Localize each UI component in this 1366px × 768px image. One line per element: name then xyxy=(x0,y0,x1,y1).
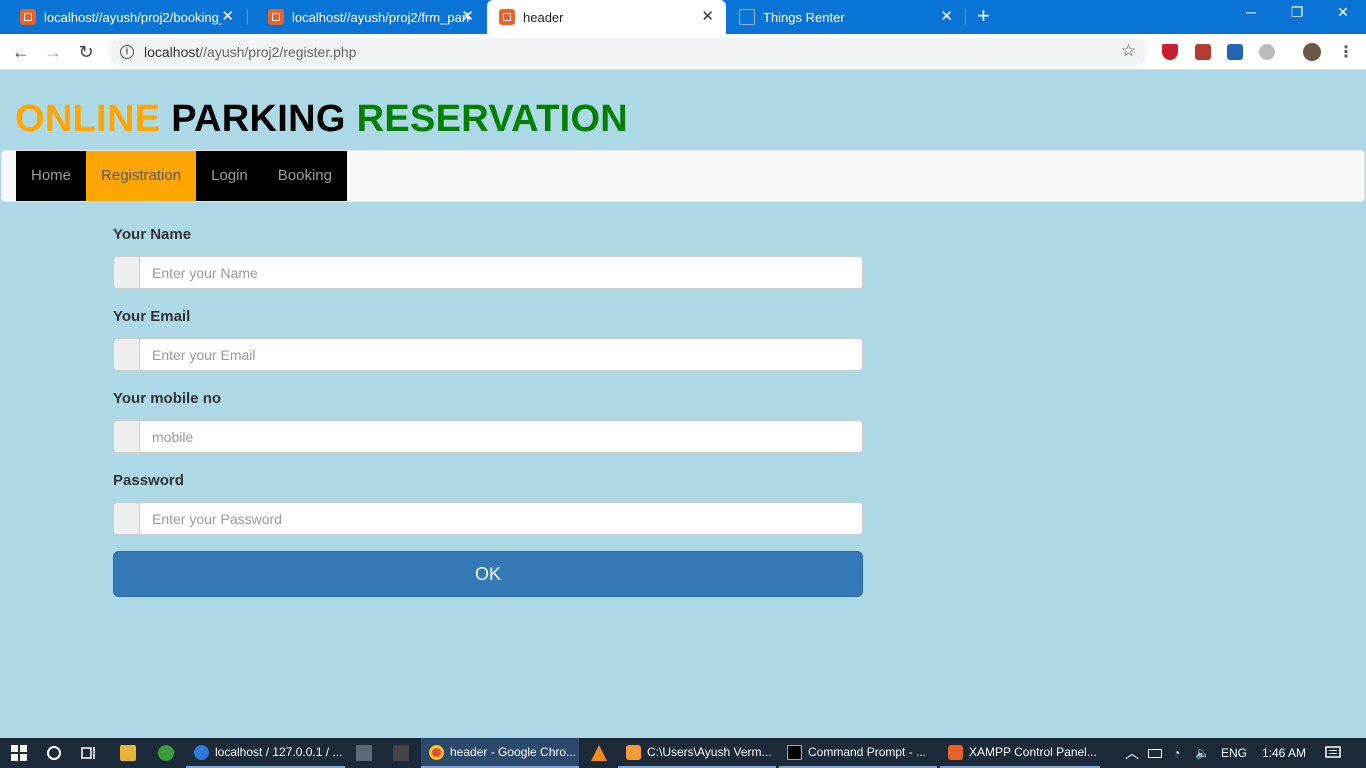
url-host: localhost xyxy=(144,44,200,60)
close-tab-icon[interactable]: ✕ xyxy=(461,9,474,24)
store-icon[interactable] xyxy=(356,745,372,761)
password-input[interactable] xyxy=(139,502,863,535)
windows-taskbar: localhost / 127.0.0.1 / ... header - Goo… xyxy=(0,738,1366,768)
xampp-icon xyxy=(499,9,515,25)
minimize-button[interactable]: ─ xyxy=(1228,4,1274,20)
browser-tab-header[interactable]: header ✕ xyxy=(487,0,726,34)
briefcase-extension-icon[interactable] xyxy=(1227,44,1243,60)
taskbar-item-chrome[interactable]: header - Google Chro... xyxy=(421,738,579,768)
language-indicator[interactable]: ENG xyxy=(1221,738,1247,768)
browser-tab-things-renter[interactable]: Things Renter ✕ xyxy=(727,0,965,34)
pdf-extension-icon[interactable] xyxy=(1195,44,1211,60)
green-app-icon[interactable] xyxy=(158,745,174,761)
browser-tab-booking[interactable]: localhost//ayush/proj2/booking_ ✕ xyxy=(0,0,246,34)
nav-booking[interactable]: Booking xyxy=(263,151,347,201)
sublime-icon xyxy=(626,744,641,760)
nav-menu: Home Registration Login Booking xyxy=(16,151,347,201)
task-view-icon[interactable] xyxy=(81,745,97,761)
chrome-icon xyxy=(429,744,444,760)
forward-arrow-icon[interactable]: → xyxy=(42,41,64,63)
tab-title: localhost//ayush/proj2/frm_parki xyxy=(292,9,470,25)
taskbar-label: localhost / 127.0.0.1 / ... xyxy=(215,745,343,759)
profile-avatar[interactable] xyxy=(1303,43,1321,61)
circle-extension-icon[interactable] xyxy=(1259,44,1275,60)
tab-title: header xyxy=(523,9,564,25)
url-text[interactable]: localhost//ayush/proj2/register.php xyxy=(144,44,356,60)
battery-icon[interactable] xyxy=(1148,749,1162,758)
shield-extension-icon[interactable] xyxy=(1162,44,1178,60)
windows-start-icon[interactable] xyxy=(11,745,27,761)
taskbar-label: XAMPP Control Panel... xyxy=(969,745,1097,759)
mobile-input-group xyxy=(113,420,863,453)
password-input-group xyxy=(113,502,863,535)
tab-title: Things Renter xyxy=(763,9,845,25)
email-input[interactable] xyxy=(139,338,863,371)
maximize-button[interactable]: ❐ xyxy=(1274,4,1320,21)
brand-online: ONLINE xyxy=(15,98,161,140)
taskbar-item-sublime[interactable]: C:\Users\Ayush Verm... xyxy=(618,738,776,768)
clock[interactable]: 1:46 AM xyxy=(1262,738,1306,768)
name-input[interactable] xyxy=(139,256,863,289)
calculator-icon[interactable] xyxy=(393,745,409,761)
reload-icon[interactable]: ↻ xyxy=(75,41,97,63)
nav-registration[interactable]: Registration xyxy=(86,151,197,201)
taskbar-item-cmd[interactable]: Command Prompt - ... xyxy=(779,738,937,768)
info-icon[interactable]: i xyxy=(120,45,134,59)
mobile-label: Your mobile no xyxy=(113,390,222,407)
close-tab-icon[interactable]: ✕ xyxy=(701,9,714,24)
back-arrow-icon[interactable]: ← xyxy=(10,41,32,63)
name-input-group xyxy=(113,256,863,289)
url-path: //ayush/proj2/register.php xyxy=(199,44,357,60)
nav-home[interactable]: Home xyxy=(16,151,86,201)
new-tab-button[interactable]: + xyxy=(977,5,990,27)
close-tab-icon[interactable]: ✕ xyxy=(221,9,234,24)
cmd-icon xyxy=(787,744,802,760)
input-addon xyxy=(113,256,139,289)
search-icon[interactable] xyxy=(46,745,62,761)
bookmark-star-icon[interactable]: ☆ xyxy=(1121,41,1136,61)
taskbar-label: header - Google Chro... xyxy=(450,745,577,759)
input-addon xyxy=(113,338,139,371)
notifications-icon[interactable] xyxy=(1325,745,1341,761)
input-addon xyxy=(113,420,139,453)
xampp-icon xyxy=(20,9,36,25)
input-addon xyxy=(113,502,139,535)
file-explorer-icon[interactable] xyxy=(120,745,136,761)
close-window-button[interactable]: ✕ xyxy=(1320,4,1366,21)
taskbar-item-xampp[interactable]: XAMPP Control Panel... xyxy=(940,738,1100,768)
menu-dots-icon[interactable]: ⋮ xyxy=(1338,42,1354,62)
xampp-icon xyxy=(948,744,963,760)
volume-icon[interactable]: 🔈 xyxy=(1195,738,1210,768)
email-label: Your Email xyxy=(113,308,191,325)
email-input-group xyxy=(113,338,863,371)
registration-form: Your Name Your Email Your mobile no Pass… xyxy=(113,226,863,597)
edge-icon xyxy=(194,744,209,760)
close-tab-icon[interactable]: ✕ xyxy=(940,9,953,24)
xampp-icon xyxy=(268,9,284,25)
nav-login[interactable]: Login xyxy=(196,151,263,201)
tab-title: localhost//ayush/proj2/booking_ xyxy=(44,9,222,25)
brand-parking: PARKING xyxy=(171,98,346,140)
brand-reservation: RESERVATION xyxy=(356,98,629,140)
password-label: Password xyxy=(113,472,184,489)
tab-separator xyxy=(965,9,966,25)
chevron-up-icon[interactable]: ︿ xyxy=(1125,738,1139,768)
mobile-input[interactable] xyxy=(139,420,863,453)
browser-tab-strip: localhost//ayush/proj2/booking_ ✕ localh… xyxy=(0,0,1366,34)
document-icon xyxy=(739,9,755,25)
taskbar-label: C:\Users\Ayush Verm... xyxy=(647,745,772,759)
browser-tab-frm-parking[interactable]: localhost//ayush/proj2/frm_parki ✕ xyxy=(248,0,486,34)
page-title: ONLINE PARKING RESERVATION xyxy=(15,98,628,141)
vlc-icon[interactable] xyxy=(591,745,607,761)
address-bar[interactable]: i localhost//ayush/proj2/register.php ☆ xyxy=(108,38,1148,66)
name-label: Your Name xyxy=(113,226,192,243)
taskbar-item-localhost[interactable]: localhost / 127.0.0.1 / ... xyxy=(186,738,345,768)
taskbar-label: Command Prompt - ... xyxy=(808,745,927,759)
ok-button[interactable]: OK xyxy=(113,551,863,597)
wifi-icon[interactable]: ◔ xyxy=(1173,738,1180,768)
